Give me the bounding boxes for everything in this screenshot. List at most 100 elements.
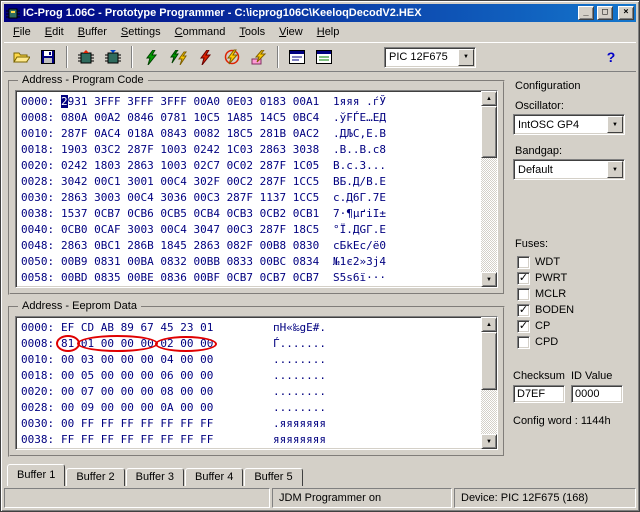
hex-row[interactable]: 0010:00 03 00 00 00 04 00 00........ (21, 352, 481, 368)
maximize-button[interactable]: □ (597, 6, 613, 20)
scroll-down-button[interactable]: ▼ (481, 434, 497, 449)
menu-edit[interactable]: Edit (38, 24, 71, 40)
minimize-button[interactable]: _ (578, 6, 594, 20)
id-value-label: ID Value (571, 370, 629, 382)
program-data-button[interactable] (192, 45, 218, 70)
bolt-double-icon (170, 50, 187, 65)
checksum-label: Checksum (513, 370, 571, 382)
open-file-button[interactable] (8, 45, 34, 70)
program-code-title: Address - Program Code (18, 74, 148, 86)
eeprom-hexview: 0000:EF CD AB 89 67 45 23 01пН«‰gE#.0008… (15, 316, 498, 450)
checkbox[interactable] (517, 336, 530, 349)
close-button[interactable]: × (618, 6, 634, 20)
scroll-up-button[interactable]: ▲ (481, 91, 497, 106)
fuse-cpd[interactable]: CPD (513, 334, 630, 350)
hex-row[interactable]: 0000:2931 3FFF 3FFF 3FFF 00A0 0E03 0183 … (21, 94, 481, 110)
status-programmer: JDM Programmer on (272, 488, 452, 508)
titlebar[interactable]: IC-Prog 1.06C - Prototype Programmer - C… (4, 4, 636, 22)
hex-row[interactable]: 0018:1903 03C2 287F 1003 0242 1C03 2863 … (21, 142, 481, 158)
configuration-panel: Configuration Oscillator: IntOSC GP4 ▼ B… (513, 80, 632, 464)
hex-row[interactable]: 0028:3042 00C1 3001 00C4 302F 00C2 287F … (21, 174, 481, 190)
dropdown-arrow-icon[interactable]: ▼ (607, 116, 623, 133)
oscillator-label: Oscillator: (515, 100, 630, 112)
menu-help[interactable]: Help (310, 24, 347, 40)
menu-settings[interactable]: Settings (114, 24, 168, 40)
hex-row[interactable]: 0008:080A 00A2 0846 0781 10C5 1A85 14C5 … (21, 110, 481, 126)
hex-row[interactable]: 0028:00 09 00 00 00 0A 00 00........ (21, 400, 481, 416)
data-window-button[interactable] (311, 45, 337, 70)
program-all-button[interactable] (138, 45, 164, 70)
menu-file[interactable]: File (6, 24, 38, 40)
floppy-disk-icon (41, 50, 55, 64)
hex-row[interactable]: 0038:FF FF FF FF FF FF FF FFяяяяяяяя (21, 432, 481, 448)
write-chip-button[interactable] (100, 45, 126, 70)
menu-command[interactable]: Command (168, 24, 233, 40)
oscillator-select[interactable]: IntOSC GP4 ▼ (513, 114, 625, 135)
program-code-button[interactable] (165, 45, 191, 70)
checkbox[interactable]: ✓ (517, 304, 530, 317)
hex-row[interactable]: 0010:287F 0AC4 018A 0843 0082 18C5 281B … (21, 126, 481, 142)
menu-buffer[interactable]: Buffer (71, 24, 114, 40)
scroll-thumb[interactable] (481, 332, 497, 390)
hex-row[interactable]: 0030:2863 3003 00C4 3036 00C3 287F 1137 … (21, 190, 481, 206)
menu-view[interactable]: View (272, 24, 310, 40)
hex-row[interactable]: 0018:00 05 00 00 00 06 00 00........ (21, 368, 481, 384)
fuse-label: CP (535, 320, 550, 332)
fuse-pwrt[interactable]: ✓ PWRT (513, 270, 630, 286)
bolt-red-icon (198, 50, 212, 65)
id-value-field[interactable]: 0000 (571, 385, 623, 403)
bolt-erase-icon (251, 50, 267, 65)
tab-buffer-2[interactable]: Buffer 2 (66, 468, 124, 486)
window-code-icon (289, 50, 305, 64)
device-select[interactable]: PIC 12F675 ▼ (384, 47, 476, 68)
hex-row[interactable]: 0030:00 FF FF FF FF FF FF FF.яяяяяяя (21, 416, 481, 432)
scroll-thumb[interactable] (481, 106, 497, 158)
hex-row[interactable]: 0048:2863 0BC1 286B 1845 2863 082F 00B8 … (21, 238, 481, 254)
checkbox[interactable]: ✓ (517, 320, 530, 333)
erase-button[interactable] (246, 45, 272, 70)
device-select-value: PIC 12F675 (389, 51, 457, 63)
read-chip-button[interactable] (73, 45, 99, 70)
scroll-track[interactable] (481, 158, 497, 272)
fuse-cp[interactable]: ✓ CP (513, 318, 630, 334)
hex-row[interactable]: 0000:EF CD AB 89 67 45 23 01пН«‰gE#. (21, 320, 481, 336)
hex-row[interactable]: 0020:0242 1803 2863 1003 02C7 0C02 287F … (21, 158, 481, 174)
checkbox[interactable] (517, 256, 530, 269)
eeprom-scrollbar[interactable]: ▲ ▼ (481, 317, 497, 449)
dropdown-arrow-icon[interactable]: ▼ (607, 161, 623, 178)
fuse-wdt[interactable]: WDT (513, 254, 630, 270)
window-data-icon (316, 50, 332, 64)
verify-button[interactable] (219, 45, 245, 70)
checksum-field[interactable]: D7EF (513, 385, 565, 403)
save-file-button[interactable] (35, 45, 61, 70)
eeprom-data-panel: Address - Eeprom Data 0000:EF CD AB 89 6… (8, 306, 505, 457)
code-window-button[interactable] (284, 45, 310, 70)
checkbox[interactable]: ✓ (517, 272, 530, 285)
hex-row[interactable]: 0038:1537 0CB7 0CB6 0CB5 0CB4 0CB3 0CB2 … (21, 206, 481, 222)
dropdown-arrow-icon[interactable]: ▼ (458, 49, 474, 66)
fuse-boden[interactable]: ✓ BODEN (513, 302, 630, 318)
hex-row[interactable]: 0058:00BD 0835 00BE 0836 00BF 0CB7 0CB7 … (21, 270, 481, 286)
hex-row[interactable]: 0020:00 07 00 00 00 08 00 00........ (21, 384, 481, 400)
hex-row[interactable]: 0050:00B9 0831 00BA 0832 00BB 0833 00BC … (21, 254, 481, 270)
menu-tools[interactable]: Tools (232, 24, 272, 40)
program-scrollbar[interactable]: ▲ ▼ (481, 91, 497, 287)
checkbox[interactable] (517, 288, 530, 301)
sum-labels: Checksum ID Value (513, 370, 630, 382)
buffers-column: Address - Program Code 0000:2931 3FFF 3F… (8, 80, 505, 464)
tab-buffer-4[interactable]: Buffer 4 (185, 468, 243, 486)
scroll-track[interactable] (481, 390, 497, 434)
folder-open-icon (13, 50, 30, 64)
scroll-down-button[interactable]: ▼ (481, 272, 497, 287)
fuse-label: BODEN (535, 304, 574, 316)
tab-buffer-3[interactable]: Buffer 3 (126, 468, 184, 486)
help-button[interactable]: ? (598, 45, 624, 70)
scroll-up-button[interactable]: ▲ (481, 317, 497, 332)
tab-buffer-5[interactable]: Buffer 5 (244, 468, 302, 486)
bandgap-select[interactable]: Default ▼ (513, 159, 625, 180)
hex-row[interactable]: 0008:81 01 00 00 00 02 00 00Ѓ....... (21, 336, 481, 352)
hex-row[interactable]: 0040:0CB0 0CAF 3003 00C4 3047 00C3 287F … (21, 222, 481, 238)
fuse-label: PWRT (535, 272, 567, 284)
tab-buffer-1[interactable]: Buffer 1 (7, 464, 65, 486)
fuse-mclr[interactable]: MCLR (513, 286, 630, 302)
